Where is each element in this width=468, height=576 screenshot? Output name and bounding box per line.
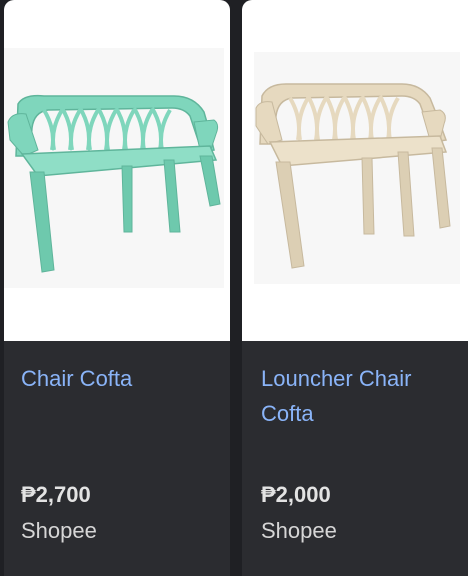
product-title[interactable]: Louncher Chair Cofta: [261, 361, 461, 431]
product-image[interactable]: [4, 0, 230, 341]
green-bench-icon: [4, 48, 224, 288]
product-seller: Shopee: [261, 518, 337, 543]
product-card[interactable]: Louncher Chair Cofta ₱2,000 Shopee: [242, 0, 468, 576]
product-price: ₱2,000: [261, 482, 331, 507]
product-title[interactable]: Chair Cofta: [21, 361, 221, 396]
product-image[interactable]: [242, 0, 468, 341]
beige-bench-icon: [254, 52, 460, 284]
product-seller: Shopee: [21, 518, 97, 543]
product-grid: Chair Cofta ₱2,700 Shopee Louncher Chair…: [0, 0, 468, 576]
product-price: ₱2,700: [21, 482, 91, 507]
product-card[interactable]: Chair Cofta ₱2,700 Shopee: [4, 0, 230, 576]
